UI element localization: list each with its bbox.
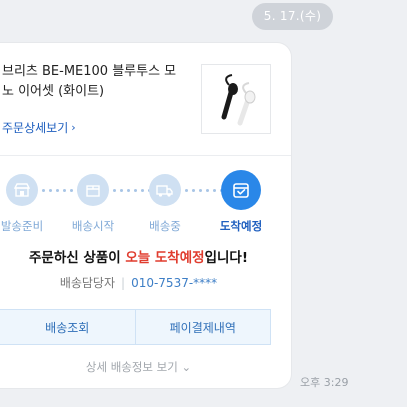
chevron-right-icon: › [71, 121, 76, 134]
divider-bar: | [121, 276, 126, 290]
store-icon [6, 174, 38, 206]
courier-info: 배송담당자 | 010-7537-**** [0, 274, 291, 291]
delivery-headline: 주문하신 상품이 오늘 도착예정입니다! [0, 246, 291, 266]
payment-history-button[interactable]: 페이결제내역 [134, 310, 270, 344]
order-detail-link[interactable]: 주문상세보기 › [2, 119, 76, 136]
more-delivery-info-label[interactable]: 상세 배송정보 보기 [86, 360, 178, 374]
progress-dots [113, 189, 151, 192]
message-timestamp: 오후 3:29 [300, 376, 349, 389]
step-label-started: 배송시작 [71, 219, 115, 233]
date-divider: 5. 17.(수) [252, 3, 333, 30]
truck-icon [149, 174, 181, 206]
product-name: 브리츠 BE-ME100 블루투스 모노 이어셋 (화이트) [2, 64, 177, 99]
delivery-progress: 발송준비 배송시작 배송중 도착예정 [0, 170, 291, 244]
courier-phone-link[interactable]: 010-7537-**** [131, 276, 217, 290]
progress-dots [185, 189, 223, 192]
shopping-bag-check-icon [221, 170, 261, 210]
headline-prefix: 주문하신 상품이 [29, 250, 126, 266]
step-label-ready: 발송준비 [0, 219, 44, 233]
progress-dots [42, 189, 80, 192]
order-detail-link-label[interactable]: 주문상세보기 [2, 119, 68, 136]
headline-suffix: 입니다! [204, 250, 248, 266]
chevron-down-icon: ⌄ [181, 360, 192, 374]
step-label-arrival: 도착예정 [219, 219, 263, 233]
divider [0, 155, 291, 156]
box-icon [77, 174, 109, 206]
action-buttons: 배송조회 페이결제내역 [0, 309, 271, 345]
earset-image [221, 74, 256, 126]
step-label-in-transit: 배송중 [149, 219, 181, 233]
headline-highlight: 오늘 도착예정 [125, 250, 205, 266]
track-delivery-button[interactable]: 배송조회 [0, 310, 135, 344]
delivery-card: 브리츠 BE-ME100 블루투스 모노 이어셋 (화이트) 주문상세보기 › [0, 43, 291, 388]
courier-label: 배송담당자 [59, 276, 116, 290]
more-delivery-info-link[interactable]: 상세 배송정보 보기 ⌄ [0, 359, 291, 375]
product-thumbnail[interactable] [201, 64, 271, 134]
